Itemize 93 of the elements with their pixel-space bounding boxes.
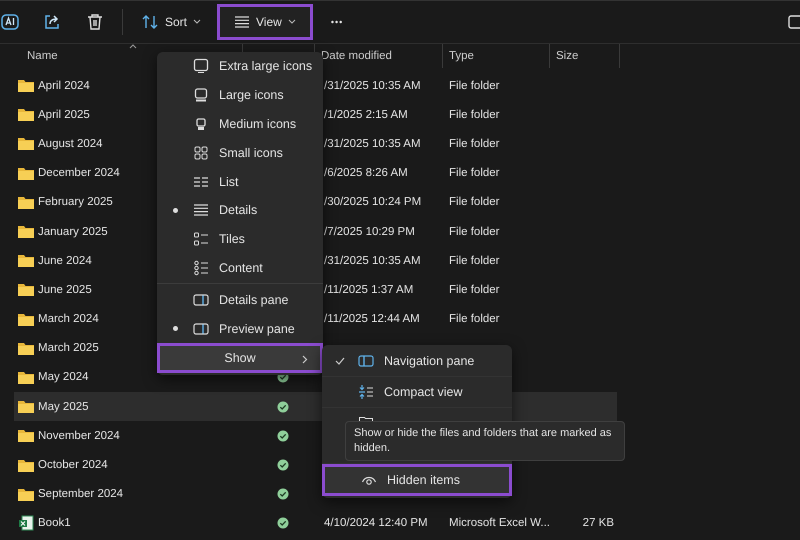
caret-icon <box>193 19 202 25</box>
date-text: 4/10/2024 12:40 PM <box>324 517 428 530</box>
type-text: File folder <box>449 138 500 150</box>
folder-icon <box>18 400 34 414</box>
file-name[interactable]: February 2025 <box>38 196 113 208</box>
sort-icon <box>141 14 159 30</box>
type-text: File folder <box>449 108 500 121</box>
file-name[interactable]: Book1 <box>38 517 71 530</box>
view-icon <box>193 58 209 74</box>
menu-item[interactable]: List <box>157 167 323 196</box>
file-name[interactable]: November 2024 <box>38 430 120 442</box>
type-text: Microsoft Excel W... <box>449 517 550 530</box>
view-icon <box>193 320 209 337</box>
type-text: File folder <box>449 196 500 208</box>
type-text: File folder <box>449 313 500 326</box>
tooltip: Show or hide the files and folders that are marked as hidden. <box>345 421 625 461</box>
view-icon <box>193 260 209 276</box>
ai-icon[interactable] <box>0 12 20 32</box>
sort-button[interactable]: Sort <box>133 8 210 36</box>
caret-icon <box>288 19 296 25</box>
folder-icon <box>18 370 34 384</box>
folder-icon <box>18 225 34 238</box>
type-text: File folder <box>449 167 500 180</box>
date-text: /11/2025 12:44 AM <box>324 313 420 326</box>
date-text: /31/2025 10:35 AM <box>324 80 421 92</box>
size-column-header[interactable]: Size <box>556 50 578 62</box>
view-icon <box>193 202 209 218</box>
type-text: File folder <box>449 254 500 267</box>
folder-icon <box>18 342 34 355</box>
view-icon <box>193 292 209 308</box>
type-text: File folder <box>449 226 500 238</box>
details-pane-icon[interactable] <box>788 15 800 29</box>
type-text: File folder <box>449 80 500 92</box>
view-button[interactable]: View <box>217 4 313 40</box>
file-name[interactable]: May 2025 <box>38 400 89 413</box>
date-text: /7/2025 10:29 PM <box>324 226 415 238</box>
menu-item[interactable]: Extra large icons <box>157 52 323 81</box>
file-name[interactable]: May 2024 <box>38 371 89 384</box>
folder-icon <box>18 196 34 209</box>
menu-item[interactable]: Content <box>157 254 323 282</box>
menu-item[interactable]: Preview pane <box>157 314 323 343</box>
date-text: /31/2025 10:35 AM <box>324 138 421 150</box>
more-button[interactable]: ••• <box>322 11 352 33</box>
folder-icon <box>18 283 34 296</box>
size-text: 27 KB <box>582 517 614 530</box>
menu-item[interactable]: Navigation pane <box>322 346 512 377</box>
lines-icon <box>234 15 250 29</box>
file-name[interactable]: January 2025 <box>38 226 108 238</box>
folder-icon <box>18 312 34 326</box>
menu-item[interactable]: Hidden items <box>322 464 512 496</box>
file-name[interactable]: April 2025 <box>38 108 90 121</box>
menu-item[interactable]: Tiles <box>157 224 323 254</box>
view-icon <box>193 87 209 104</box>
folder-icon <box>18 108 34 122</box>
folder-icon <box>18 458 34 472</box>
file-name[interactable]: August 2024 <box>38 138 103 150</box>
file-name[interactable]: March 2024 <box>38 313 99 326</box>
view-icon <box>193 144 209 161</box>
folder-icon <box>18 79 34 92</box>
spreadsheet-icon <box>18 515 34 532</box>
name-column-header[interactable]: Name <box>27 50 58 62</box>
file-name[interactable]: June 2024 <box>38 254 92 267</box>
type-column-header[interactable]: Type <box>449 50 474 62</box>
chevron-icon <box>302 354 308 364</box>
file-name[interactable]: June 2025 <box>38 284 92 296</box>
compact-view-icon <box>358 384 374 400</box>
date-text: /1/2025 2:15 AM <box>324 108 408 121</box>
date-text: /31/2025 10:35 AM <box>324 254 421 267</box>
menu-item[interactable]: Medium icons <box>157 110 323 138</box>
delete-icon[interactable] <box>85 12 105 32</box>
folder-icon <box>18 488 34 501</box>
date-text: /30/2025 10:24 PM <box>324 196 422 208</box>
menu-item[interactable]: Large icons <box>157 80 323 110</box>
date-text: /11/2025 1:37 AM <box>324 284 414 296</box>
file-name[interactable]: March 2025 <box>38 342 99 354</box>
folder-icon <box>18 137 34 150</box>
menu-item[interactable]: Details <box>157 196 323 225</box>
menu-item[interactable]: Small icons <box>157 138 323 168</box>
menu-item[interactable]: Details pane <box>157 285 323 314</box>
show-menu-item[interactable]: Show <box>157 342 323 373</box>
date-text: /6/2025 8:26 AM <box>324 167 408 180</box>
file-name[interactable]: December 2024 <box>38 167 120 180</box>
folder-icon <box>18 166 34 180</box>
pane-icon <box>358 353 374 369</box>
view-icon <box>193 231 209 248</box>
file-name[interactable]: September 2024 <box>38 488 124 500</box>
date-column-header[interactable]: Date modified <box>321 50 392 62</box>
file-name[interactable]: October 2024 <box>38 459 108 472</box>
menu-item[interactable]: Compact view <box>322 377 512 408</box>
folder-icon <box>18 254 34 268</box>
type-text: File folder <box>449 284 500 296</box>
folder-icon <box>18 429 34 442</box>
file-name[interactable]: April 2024 <box>38 80 90 92</box>
